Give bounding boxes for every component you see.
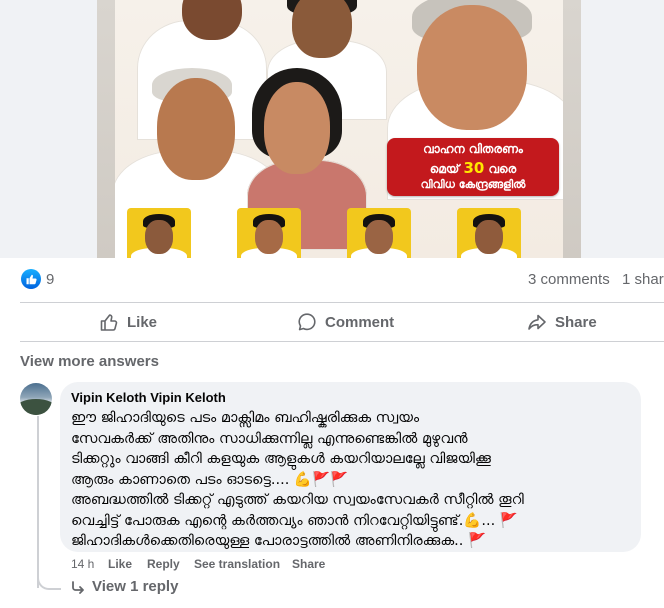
banner-text: വരെ bbox=[488, 162, 517, 176]
reaction-count[interactable]: 9 bbox=[46, 271, 54, 288]
reply-thread-connector bbox=[37, 572, 61, 590]
comment-button-label: Comment bbox=[325, 313, 395, 331]
share-arrow-icon bbox=[528, 314, 546, 330]
comment-timestamp[interactable]: 14 h bbox=[71, 557, 94, 571]
reply-thread-line bbox=[37, 416, 39, 588]
share-button[interactable]: Share bbox=[527, 303, 597, 341]
view-replies-label: View 1 reply bbox=[92, 578, 179, 595]
banner-line: വാഹന വിതരണം bbox=[423, 142, 523, 156]
post-action-bar: Like Comment Share bbox=[0, 303, 664, 341]
share-button-label: Share bbox=[555, 313, 597, 331]
like-button[interactable]: Like bbox=[99, 303, 157, 341]
avatar[interactable] bbox=[20, 383, 52, 415]
comment-line: വെച്ചിട്ട് പോരുക എന്റെ കർത്തവ്യം ഞാൻ നിറ… bbox=[71, 512, 518, 529]
comment-share-button[interactable]: Share bbox=[292, 557, 325, 571]
comment-like-button[interactable]: Like bbox=[108, 557, 132, 571]
event-banner: വാഹന വിതരണം മെയ് 30 വരെ വിവിധ കേന്ദ്രങ്ങ… bbox=[387, 138, 559, 196]
comment-line: അബദ്ധത്തിൽ ടിക്കറ്റ് എടുത്ത് കയറിയ സ്വയം… bbox=[71, 492, 524, 508]
banner-number: 30 bbox=[463, 159, 485, 177]
comment-button[interactable]: Comment bbox=[297, 303, 394, 341]
comment-line: ആരും കാണാതെ പടം ഓടട്ടെ.... 💪🚩🚩 bbox=[71, 471, 349, 488]
comment-line: സേവകർക്ക് അതിനും സാധിക്കുന്നില്ല എന്നുണ്… bbox=[71, 430, 468, 447]
banner-line: മെയ് 30 വരെ bbox=[387, 159, 559, 177]
comment-author-name[interactable]: Vipin Keloth Vipin Keloth bbox=[71, 390, 226, 405]
image-border bbox=[97, 0, 115, 258]
view-more-answers-link[interactable]: View more answers bbox=[20, 353, 159, 370]
reactions-summary: 9 3 comments 1 share bbox=[0, 258, 664, 302]
comment-text: ഈ ജിഹാദിയുടെ പടം മാക്സിമം ബഹിഷ്കരിക്കുക … bbox=[71, 408, 637, 552]
banner-text: മെയ് bbox=[429, 162, 460, 176]
person-face bbox=[292, 0, 352, 58]
thumbnail-portrait bbox=[347, 208, 411, 258]
comment-bubble-icon bbox=[298, 313, 316, 331]
post-image[interactable]: വാഹന വിതരണം മെയ് 30 വരെ വിവിധ കേന്ദ്രങ്ങ… bbox=[97, 0, 581, 258]
thumbnail-portrait bbox=[237, 208, 301, 258]
comments-count-link[interactable]: 3 comments bbox=[528, 271, 610, 288]
banner-line: വിവിധ കേന്ദ്രങ്ങളിൽ bbox=[420, 178, 526, 191]
thumbs-up-icon bbox=[100, 314, 118, 331]
post-image-area: വാഹന വിതരണം മെയ് 30 വരെ വിവിധ കേന്ദ്രങ്ങ… bbox=[0, 0, 664, 258]
like-button-label: Like bbox=[127, 313, 158, 331]
like-reaction-icon[interactable] bbox=[21, 269, 41, 289]
person-face bbox=[157, 78, 235, 180]
divider bbox=[20, 341, 664, 342]
comment-line: ജിഹാദികൾക്കെതിരെയുള്ള പോരാട്ടത്തിൽ അണിനി… bbox=[71, 533, 487, 549]
person-face bbox=[264, 82, 330, 174]
thumbnail-portrait bbox=[127, 208, 191, 258]
thumbnail-portrait bbox=[457, 208, 521, 258]
person-face bbox=[417, 5, 527, 130]
comment-line: ടിക്കറ്റും വാങ്ങി കീറി കളയുക ആളുകൾ കയറിയ… bbox=[71, 451, 491, 467]
view-replies-link[interactable]: View 1 reply bbox=[70, 578, 178, 595]
shares-count-link[interactable]: 1 share bbox=[622, 271, 664, 288]
reply-arrow-icon bbox=[72, 580, 84, 594]
comment-reply-button[interactable]: Reply bbox=[147, 557, 180, 571]
comment-bubble: Vipin Keloth Vipin Keloth ഈ ജിഹാദിയുടെ പ… bbox=[60, 382, 641, 552]
image-border bbox=[563, 0, 581, 258]
see-translation-button[interactable]: See translation bbox=[194, 557, 280, 571]
comment-line: ഈ ജിഹാദിയുടെ പടം മാക്സിമം ബഹിഷ്കരിക്കുക … bbox=[71, 410, 420, 426]
